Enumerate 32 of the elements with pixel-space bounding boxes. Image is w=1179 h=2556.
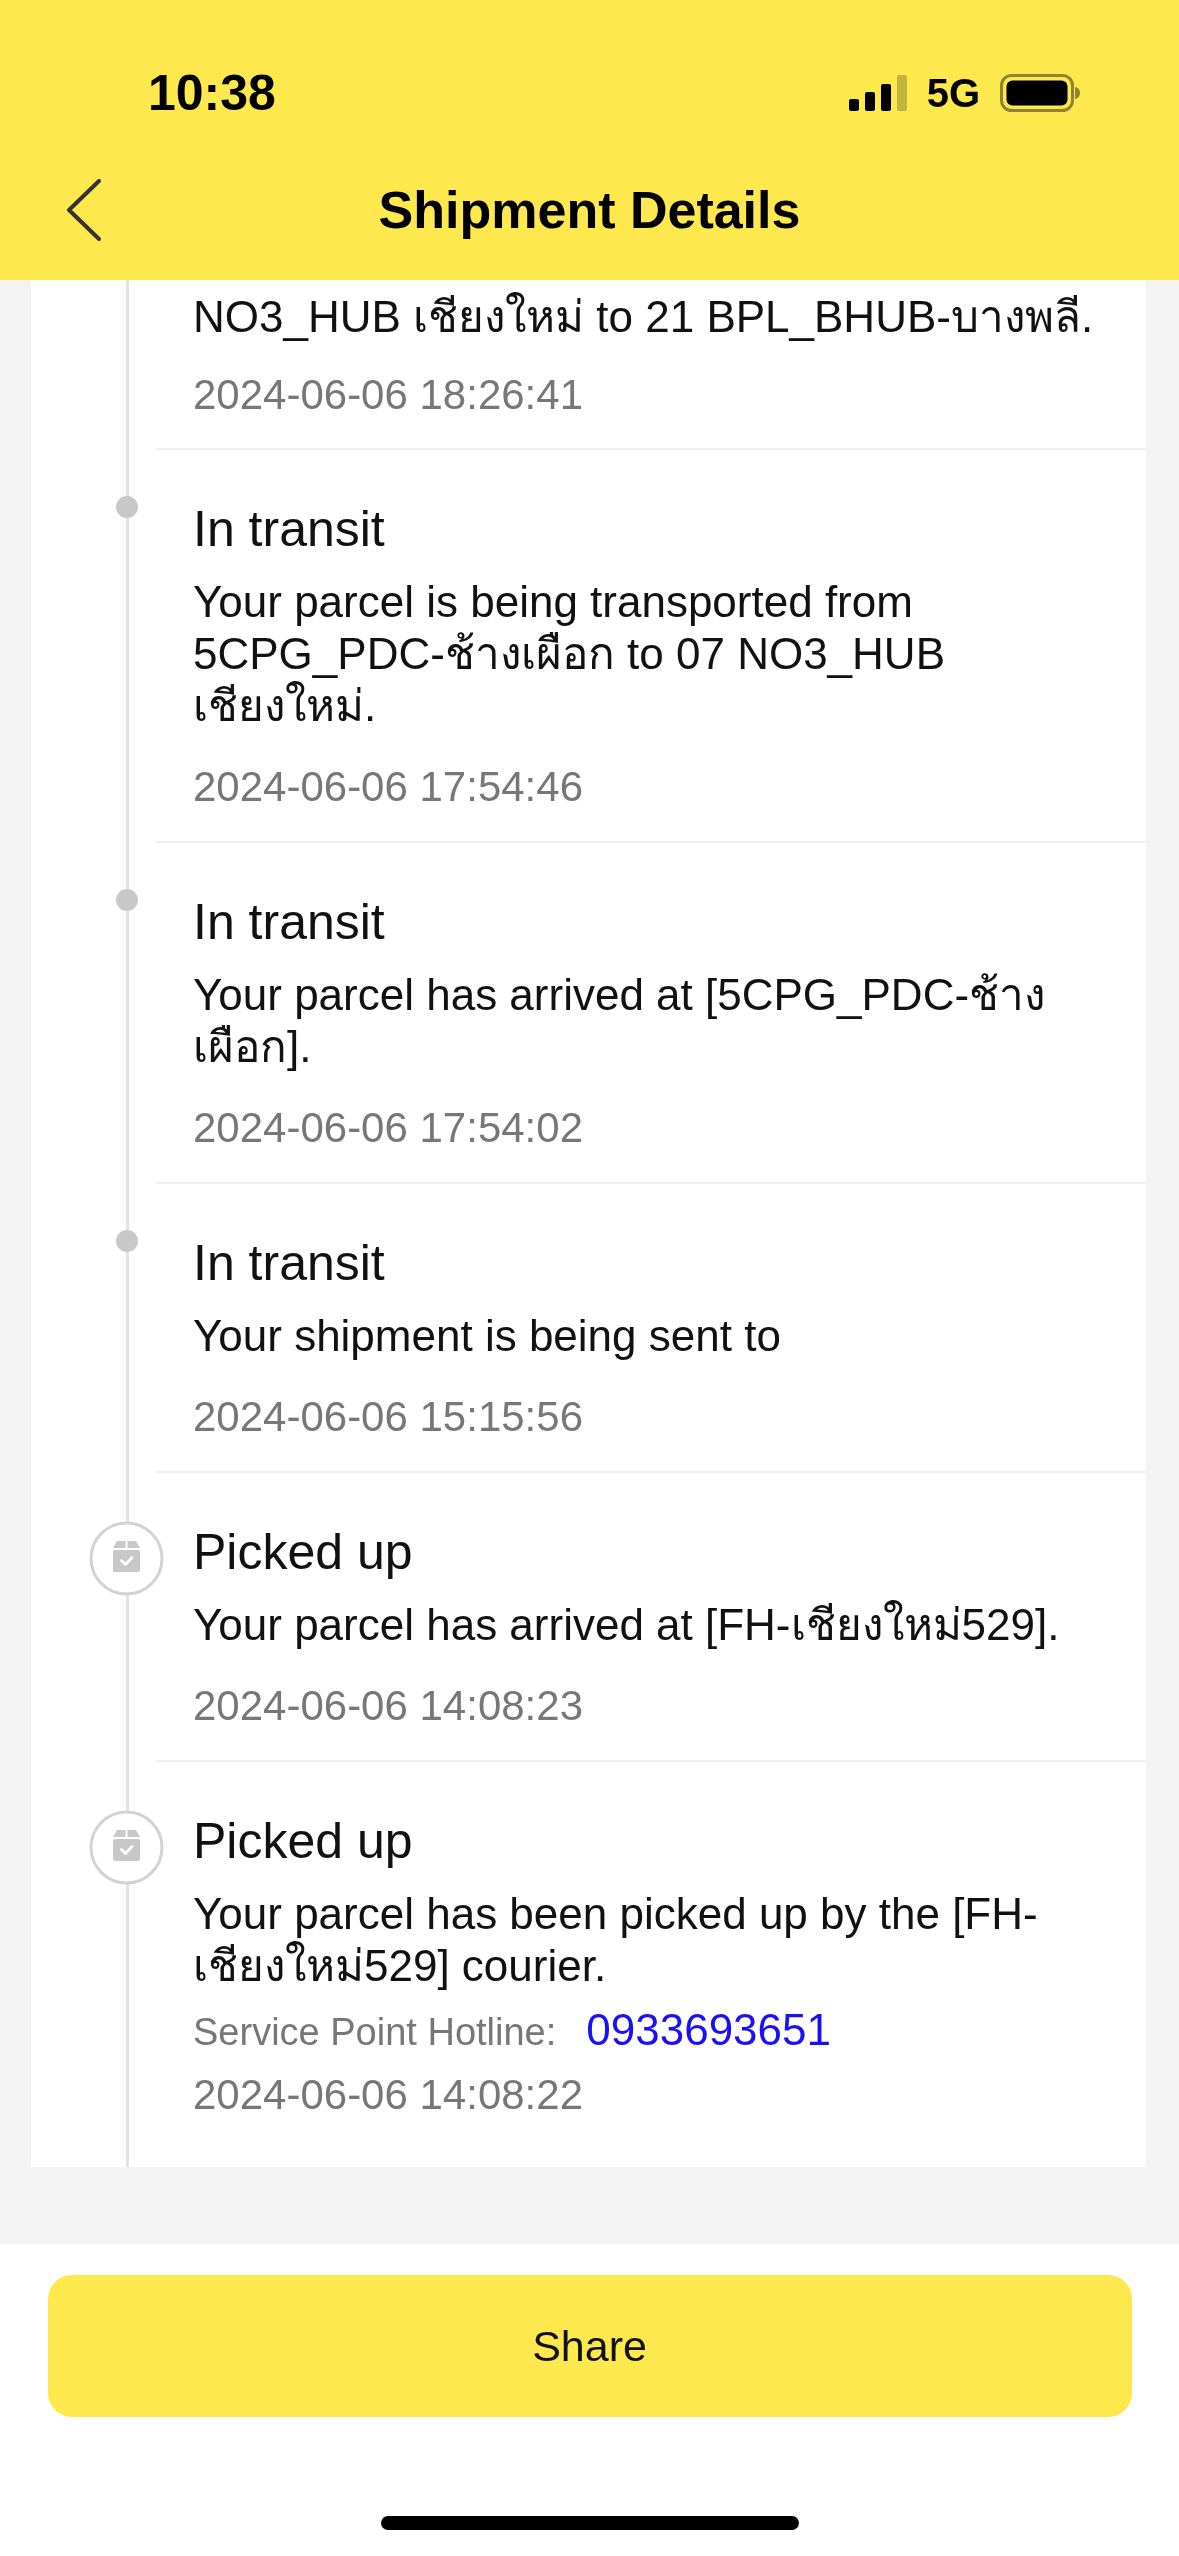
event-timestamp: 2024-06-06 17:54:02	[193, 1104, 583, 1152]
back-button[interactable]	[66, 179, 102, 241]
status-time: 10:38	[148, 64, 276, 122]
hotline-label: Service Point Hotline:	[193, 2010, 557, 2054]
package-check-icon	[89, 1521, 164, 1596]
package-check-icon	[89, 1810, 164, 1885]
event-title: Picked up	[193, 1815, 414, 1867]
event-description: Your parcel has arrived at [5CPG_PDC-ช้างเผือก].	[193, 969, 1047, 1073]
signal-icon	[848, 75, 907, 111]
timeline-dot	[116, 496, 138, 518]
hotline-link[interactable]: 0933693651	[586, 2008, 831, 2052]
share-button[interactable]: Share	[47, 2275, 1132, 2417]
timeline-dot	[116, 889, 138, 911]
event-timestamp: 2024-06-06 18:26:41	[193, 371, 583, 419]
event-timestamp: 2024-06-06 15:15:56	[193, 1393, 583, 1441]
event-title: In transit	[193, 1237, 386, 1289]
page-title: Shipment Details	[378, 180, 801, 240]
event-description: Your parcel is being transported from 5CPG_PDC-ช้างเผือก to 07 NO3_HUB เชียงใหม่.	[193, 576, 946, 732]
event-description: Your parcel has been picked up by the [FH-เชียงใหม่529] courier.	[193, 1888, 1039, 1992]
chevron-left-icon	[66, 179, 102, 241]
event-timestamp: 2024-06-06 14:08:22	[193, 2071, 583, 2119]
event-description: Your parcel has arrived at [FH-เชียงใหม่529].	[193, 1599, 1061, 1651]
event-title: Picked up	[193, 1526, 414, 1578]
event-description: Your shipment is being sent to	[193, 1310, 782, 1362]
event-title: In transit	[193, 503, 386, 555]
event-timestamp: 2024-06-06 14:08:23	[193, 1682, 583, 1730]
timeline-dot	[116, 1230, 138, 1252]
event-timestamp: 2024-06-06 17:54:46	[193, 763, 583, 811]
battery-icon	[1000, 74, 1080, 112]
event-description: NO3_HUB เชียงใหม่ to 21 BPL_BHUB-บางพลี.	[193, 291, 1095, 343]
network-label: 5G	[926, 70, 980, 116]
event-title: In transit	[193, 896, 386, 948]
